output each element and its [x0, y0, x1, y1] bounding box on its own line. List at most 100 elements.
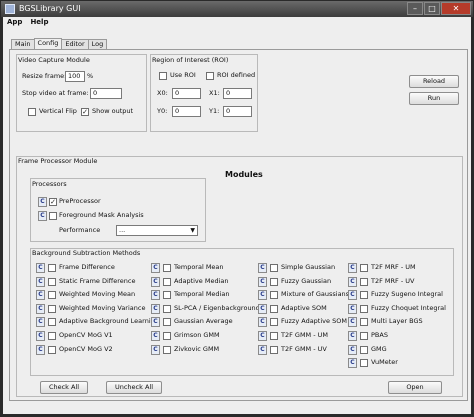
tab-log[interactable]: Log: [87, 39, 108, 49]
run-button[interactable]: Run: [409, 92, 459, 105]
close-icon[interactable]: ✕: [441, 2, 471, 15]
method-config-button[interactable]: C: [258, 317, 267, 328]
use-roi-checkbox[interactable]: [159, 72, 167, 80]
method-config-button[interactable]: C: [36, 344, 45, 355]
preprocessor-checkbox[interactable]: ✓: [49, 198, 57, 206]
method-config-button[interactable]: C: [258, 263, 267, 273]
check-all-button[interactable]: Check All: [40, 381, 88, 394]
method-config-button[interactable]: C: [258, 344, 267, 355]
menu-help[interactable]: Help: [30, 17, 48, 28]
method-checkbox[interactable]: [360, 291, 368, 300]
foreground-mask-label: Foreground Mask Analysis: [59, 211, 144, 219]
method-config-button[interactable]: C: [36, 317, 45, 328]
roi-defined-checkbox[interactable]: [206, 72, 214, 80]
method-label: T2F MRF - UM: [371, 263, 416, 271]
method-config-button[interactable]: C: [258, 303, 267, 314]
y1-input[interactable]: 0: [223, 106, 252, 117]
resize-frame-label: Resize frame:: [22, 72, 67, 80]
y0-input[interactable]: 0: [172, 106, 201, 117]
method-checkbox[interactable]: [48, 332, 56, 340]
method-checkbox[interactable]: [163, 291, 171, 300]
stop-frame-input[interactable]: 0: [90, 88, 122, 99]
tab-editor[interactable]: Editor: [61, 39, 89, 49]
method-checkbox[interactable]: [270, 264, 278, 272]
resize-frame-input[interactable]: 100: [65, 71, 85, 82]
method-checkbox[interactable]: [163, 345, 171, 354]
method-checkbox[interactable]: [163, 318, 171, 327]
uncheck-all-button[interactable]: Uncheck All: [106, 381, 162, 394]
menu-app[interactable]: App: [7, 17, 22, 28]
foreground-mask-config-button[interactable]: C: [38, 211, 47, 221]
method-config-button[interactable]: C: [348, 331, 357, 341]
method-checkbox[interactable]: [270, 291, 278, 300]
method-checkbox[interactable]: [48, 304, 56, 313]
method-config-button[interactable]: C: [151, 290, 160, 301]
method-label: Simple Gaussian: [281, 263, 336, 271]
method-label: PBAS: [371, 331, 388, 339]
method-config-button[interactable]: C: [348, 290, 357, 301]
method-checkbox[interactable]: [360, 304, 368, 313]
method-checkbox[interactable]: [48, 264, 56, 272]
method-checkbox[interactable]: [360, 332, 368, 340]
method-config-button[interactable]: C: [36, 331, 45, 341]
x1-input[interactable]: 0: [223, 88, 252, 99]
vertical-flip-checkbox[interactable]: [28, 108, 36, 116]
method-checkbox[interactable]: [360, 264, 368, 272]
method-checkbox[interactable]: [48, 277, 56, 286]
method-checkbox[interactable]: [163, 277, 171, 286]
x0-input[interactable]: 0: [172, 88, 201, 99]
method-config-button[interactable]: C: [348, 303, 357, 314]
frame-processor-title: Frame Processor Module: [18, 157, 98, 165]
preprocessor-config-button[interactable]: C: [38, 197, 47, 207]
method-checkbox[interactable]: [360, 359, 368, 368]
tab-config[interactable]: Config: [33, 38, 63, 49]
method-checkbox[interactable]: [270, 332, 278, 340]
method-checkbox[interactable]: [360, 318, 368, 327]
reload-button[interactable]: Reload: [409, 75, 459, 88]
method-checkbox[interactable]: [270, 318, 278, 327]
method-config-button[interactable]: C: [258, 331, 267, 341]
method-config-button[interactable]: C: [348, 358, 357, 369]
method-config-button[interactable]: C: [348, 344, 357, 355]
method-checkbox[interactable]: [163, 264, 171, 272]
method-checkbox[interactable]: [48, 291, 56, 300]
method-label: VuMeter: [371, 358, 398, 367]
method-config-button[interactable]: C: [151, 331, 160, 341]
method-config-button[interactable]: C: [151, 263, 160, 273]
method-checkbox[interactable]: [48, 345, 56, 354]
method-checkbox[interactable]: [360, 345, 368, 354]
method-config-button[interactable]: C: [36, 276, 45, 287]
foreground-mask-checkbox[interactable]: [49, 212, 57, 220]
performance-select[interactable]: ... ▼: [116, 225, 198, 236]
method-checkbox[interactable]: [163, 304, 171, 313]
method-config-button[interactable]: C: [36, 303, 45, 314]
method-config-button[interactable]: C: [258, 290, 267, 301]
chevron-down-icon: ▼: [190, 227, 195, 234]
method-checkbox[interactable]: [48, 318, 56, 327]
method-config-button[interactable]: C: [151, 276, 160, 287]
method-config-button[interactable]: C: [36, 290, 45, 301]
method-checkbox[interactable]: [270, 345, 278, 354]
method-config-button[interactable]: C: [348, 263, 357, 273]
method-checkbox[interactable]: [270, 277, 278, 286]
maximize-icon[interactable]: □: [424, 2, 440, 15]
method-config-button[interactable]: C: [36, 263, 45, 273]
method-config-button[interactable]: C: [348, 276, 357, 287]
tab-main[interactable]: Main: [11, 39, 35, 49]
method-label: OpenCV MoG V1: [59, 331, 113, 339]
method-config-button[interactable]: C: [348, 317, 357, 328]
method-checkbox[interactable]: [360, 277, 368, 286]
client-area: App Help Main Config Editor Log Video Ca…: [3, 17, 471, 414]
config-panel: Video Capture Module Resize frame: 100 %…: [9, 49, 468, 401]
method-checkbox[interactable]: [270, 304, 278, 313]
show-output-checkbox[interactable]: ✓: [81, 108, 89, 116]
method-config-button[interactable]: C: [151, 344, 160, 355]
title-bar[interactable]: BGSLibrary GUI – □ ✕: [1, 1, 473, 17]
method-config-button[interactable]: C: [258, 276, 267, 287]
method-checkbox[interactable]: [163, 332, 171, 340]
minimize-icon[interactable]: –: [407, 2, 423, 15]
performance-value: ...: [119, 226, 126, 234]
method-config-button[interactable]: C: [151, 317, 160, 328]
method-config-button[interactable]: C: [151, 303, 160, 314]
open-button[interactable]: Open: [388, 381, 442, 394]
